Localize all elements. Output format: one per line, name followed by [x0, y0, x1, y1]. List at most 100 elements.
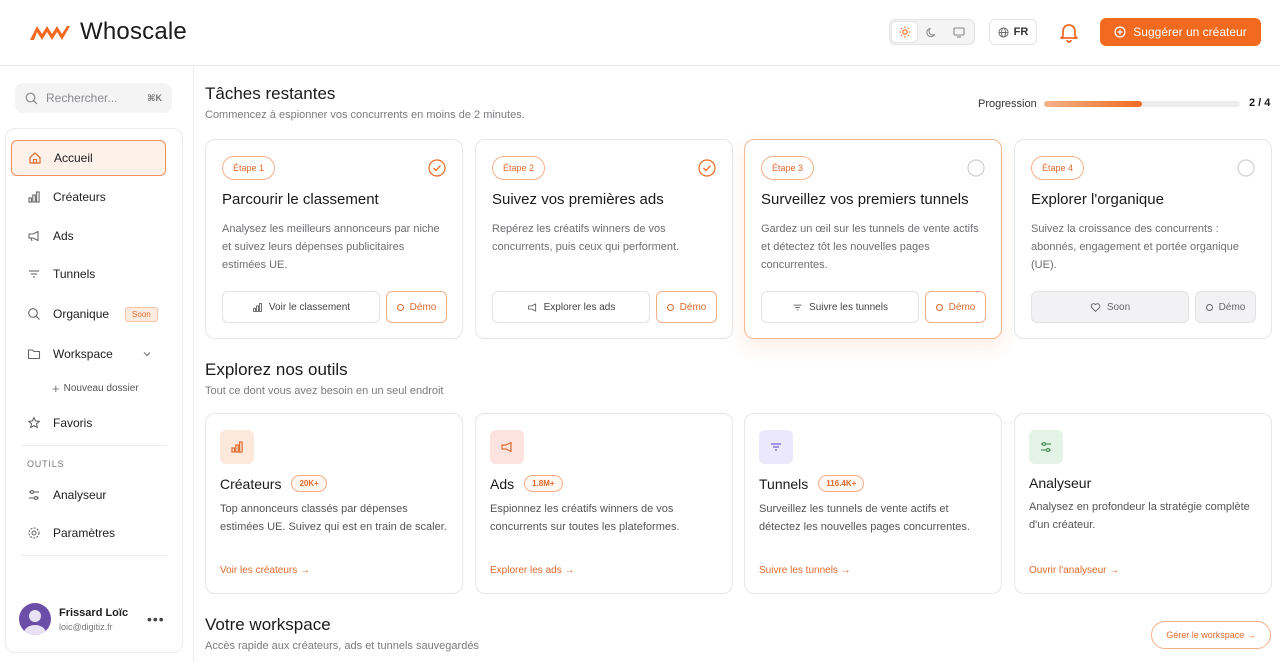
- empty-circle-icon: [967, 159, 985, 177]
- check-circle-icon: [698, 159, 716, 177]
- count-badge: 20K+: [291, 475, 327, 492]
- play-ring-icon: [666, 303, 674, 311]
- demo-button[interactable]: Démo: [1195, 291, 1256, 323]
- sidebar-item-label: Créateurs: [53, 190, 106, 204]
- sidebar-item-analyseur[interactable]: Analyseur: [11, 477, 166, 513]
- sidebar-item-workspace[interactable]: Workspace: [11, 336, 166, 372]
- view-ranking-button[interactable]: Voir le classement: [222, 291, 380, 323]
- chevron-down-icon[interactable]: [142, 349, 152, 359]
- brand-name: Whoscale: [80, 18, 187, 45]
- sliders-icon: [1041, 441, 1051, 453]
- search-icon: [25, 92, 38, 104]
- tool-card-analyseur[interactable]: Analyseur Analysez en profondeur la stra…: [1014, 413, 1272, 594]
- home-icon: [29, 152, 41, 164]
- workspace-title: Votre workspace: [205, 615, 331, 634]
- demo-button[interactable]: Démo: [386, 291, 447, 323]
- follow-tunnels-link[interactable]: Suivre les tunnels →: [759, 565, 851, 576]
- user-profile[interactable]: Frissard Loïc loic@digitiz.fr: [19, 603, 128, 635]
- megaphone-icon: [527, 302, 536, 312]
- demo-button[interactable]: Démo: [656, 291, 717, 323]
- sidebar-item-label: Paramètres: [53, 526, 116, 540]
- step-description: Gardez un œil sur les tunnels de vente a…: [761, 223, 979, 271]
- tools-subtitle: Tout ce dont vous avez besoin en un seul…: [205, 385, 444, 397]
- step-badge: Étape 3: [761, 156, 815, 180]
- language-switch[interactable]: FR: [989, 19, 1037, 45]
- explore-ads-link[interactable]: Explorer les ads →: [490, 565, 574, 576]
- sidebar-item-label: Accueil: [54, 151, 93, 165]
- tool-title: Créateurs: [220, 475, 282, 492]
- demo-label: Démo: [948, 301, 976, 313]
- tool-title: Ads: [490, 475, 515, 492]
- sidebar-item-tunnels[interactable]: Tunnels: [11, 256, 166, 292]
- tool-title-row: Analyseur: [1029, 475, 1091, 491]
- step-card-2: Étape 2 Suivez vos premières ads Repérez…: [475, 139, 733, 339]
- dark-mode-button[interactable]: [919, 22, 944, 42]
- tasks-title: Tâches restantes: [205, 84, 336, 103]
- new-folder-label: Nouveau dossier: [63, 383, 139, 394]
- play-ring-icon: [935, 303, 943, 311]
- sidebar-item-label: Tunnels: [53, 267, 96, 281]
- tool-icon-box: [220, 430, 254, 464]
- view-creators-link[interactable]: Voir les créateurs →: [220, 565, 310, 576]
- avatar: [19, 603, 51, 635]
- tool-title-row: Tunnels 116.4K+: [759, 475, 865, 492]
- step-title: Explorer l'organique: [1031, 191, 1164, 208]
- count-badge: 116.4K+: [818, 475, 865, 492]
- plus-icon: +: [52, 381, 60, 396]
- search-bar[interactable]: Rechercher... ⌘K: [15, 83, 172, 113]
- play-ring-icon: [396, 303, 404, 311]
- tool-icon-box: [490, 430, 524, 464]
- bell-icon[interactable]: [1058, 21, 1080, 43]
- bar-chart-icon: [231, 441, 243, 453]
- tasks-subtitle: Commencez à espionner vos concurrents en…: [205, 109, 525, 121]
- theme-switch: [889, 19, 975, 45]
- sidebar-item-label: Favoris: [53, 416, 93, 430]
- progress-count: 2 / 4: [1249, 97, 1271, 109]
- monitor-icon: [953, 26, 965, 38]
- star-icon: [28, 416, 40, 429]
- new-folder-button[interactable]: + Nouveau dossier: [52, 381, 139, 396]
- suggest-creator-button[interactable]: Suggérer un créateur: [1100, 18, 1261, 46]
- step-description: Repérez les créatifs winners de vos conc…: [492, 223, 680, 253]
- count-badge: 1.8M+: [524, 475, 563, 492]
- tool-description: Top annonceurs classés par dépenses esti…: [220, 503, 447, 533]
- light-mode-button[interactable]: [892, 22, 918, 42]
- more-options-icon[interactable]: •••: [147, 611, 165, 627]
- step-action-label: Soon: [1106, 301, 1131, 313]
- sidebar-item-accueil[interactable]: Accueil: [11, 140, 166, 176]
- step-title: Suivez vos premières ads: [492, 191, 664, 208]
- demo-label: Démo: [679, 301, 707, 313]
- step-badge: Étape 4: [1031, 156, 1085, 180]
- tool-card-createurs[interactable]: Créateurs 20K+ Top annonceurs classés pa…: [205, 413, 463, 594]
- explore-ads-button[interactable]: Explorer les ads: [492, 291, 650, 323]
- sliders-icon: [29, 489, 39, 501]
- workspace-subtitle: Accès rapide aux créateurs, ads et tunne…: [205, 640, 479, 652]
- tool-card-ads[interactable]: Ads 1.8M+ Espionnez les créatifs winners…: [475, 413, 733, 594]
- step-card-3: Étape 3 Surveillez vos premiers tunnels …: [744, 139, 1002, 339]
- heart-icon: [1090, 302, 1101, 312]
- sidebar-divider: [21, 555, 167, 556]
- soon-button[interactable]: Soon: [1031, 291, 1189, 323]
- follow-tunnels-button[interactable]: Suivre les tunnels: [761, 291, 919, 323]
- sidebar-item-favoris[interactable]: Favoris: [11, 405, 166, 441]
- sun-icon: [899, 26, 911, 38]
- tool-description: Surveillez les tunnels de vente actifs e…: [759, 503, 970, 533]
- sidebar-item-createurs[interactable]: Créateurs: [11, 179, 166, 215]
- megaphone-icon: [28, 230, 39, 242]
- tool-card-tunnels[interactable]: Tunnels 116.4K+ Surveillez les tunnels d…: [744, 413, 1002, 594]
- sidebar-item-label: Analyseur: [53, 488, 107, 502]
- system-mode-button[interactable]: [947, 22, 972, 42]
- progress-fill: [1044, 101, 1142, 107]
- content-divider: [193, 67, 194, 662]
- sidebar-item-organique[interactable]: Organique Soon: [11, 296, 166, 332]
- sidebar-item-ads[interactable]: Ads: [11, 218, 166, 254]
- open-analyzer-link[interactable]: Ouvrir l'analyseur →: [1029, 565, 1119, 576]
- manage-workspace-button[interactable]: Gérer le workspace →: [1151, 621, 1271, 649]
- step-card-4: Étape 4 Explorer l'organique Suivez la c…: [1014, 139, 1272, 339]
- tool-title: Analyseur: [1029, 475, 1092, 491]
- demo-button[interactable]: Démo: [925, 291, 986, 323]
- sidebar-item-label: Workspace: [53, 347, 113, 361]
- sidebar-item-parametres[interactable]: Paramètres: [11, 515, 166, 551]
- brand-logo[interactable]: Whoscale: [28, 18, 187, 46]
- tools-section-label: OUTILS: [27, 459, 65, 469]
